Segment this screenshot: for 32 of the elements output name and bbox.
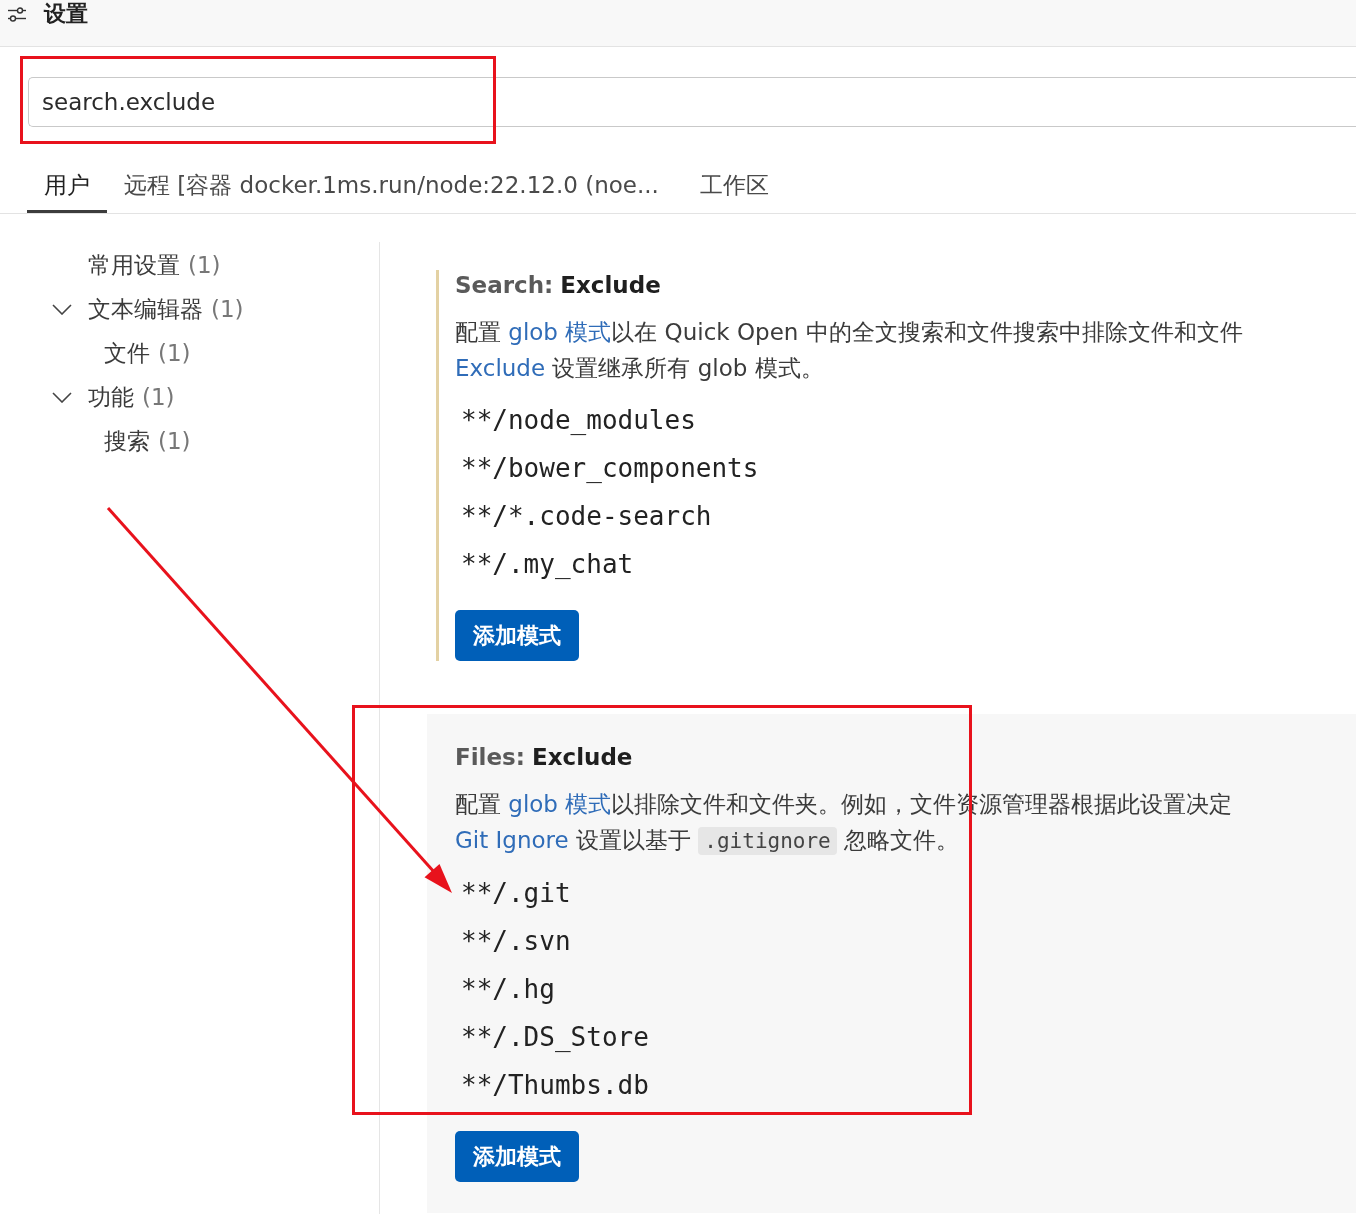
pattern-item[interactable]: **/.svn	[455, 926, 571, 974]
pattern-item[interactable]: **/.my_chat	[455, 549, 634, 597]
link[interactable]: Git Ignore	[455, 827, 569, 853]
code-snippet: .gitignore	[698, 827, 837, 855]
setting-category: Files:	[455, 743, 525, 772]
pattern-item[interactable]: **/.git	[455, 878, 571, 926]
setting-category: Search:	[455, 271, 554, 300]
page-title: 设置	[44, 0, 88, 28]
link[interactable]: Exclude	[455, 355, 546, 381]
toc-item[interactable]: 功能 (1)	[52, 375, 175, 419]
setting-description: 配置 glob 模式以在 Quick Open 中的全文搜索和文件搜索中排除文件和文件 Exclude 设置继承所有 glob 模式。	[455, 318, 1243, 383]
setting-name: Exclude	[560, 271, 661, 300]
sliders-icon	[8, 7, 26, 22]
pattern-item[interactable]: **/.hg	[455, 974, 555, 1022]
pattern-item[interactable]: **/Thumbs.db	[455, 1070, 649, 1118]
pattern-item[interactable]: **/.DS_Store	[455, 1022, 649, 1070]
toc-item[interactable]: 搜索 (1)	[104, 419, 191, 463]
add-pattern-button[interactable]: 添加模式	[455, 1131, 579, 1182]
link[interactable]: glob 模式	[508, 319, 612, 345]
search-field[interactable]: search.exclude	[28, 77, 1356, 127]
add-pattern-button[interactable]: 添加模式	[455, 610, 579, 661]
toc-item[interactable]: 常用设置 (1)	[88, 243, 221, 287]
link[interactable]: glob 模式	[508, 791, 612, 817]
toc-item[interactable]: 文件 (1)	[104, 331, 191, 375]
tab[interactable]: 远程 [容器 docker.1ms.run/node:22.12.0 (noe...	[107, 160, 676, 213]
pattern-item[interactable]: **/bower_components	[455, 453, 759, 501]
setting-name: Exclude	[531, 743, 633, 772]
tab[interactable]: 用户	[27, 160, 107, 213]
tab[interactable]: 工作区	[682, 160, 786, 213]
pattern-item[interactable]: **/*.code-search	[455, 501, 712, 549]
toc-item[interactable]: 文本编辑器 (1)	[52, 287, 244, 331]
pattern-item[interactable]: **/node_modules	[455, 405, 696, 453]
